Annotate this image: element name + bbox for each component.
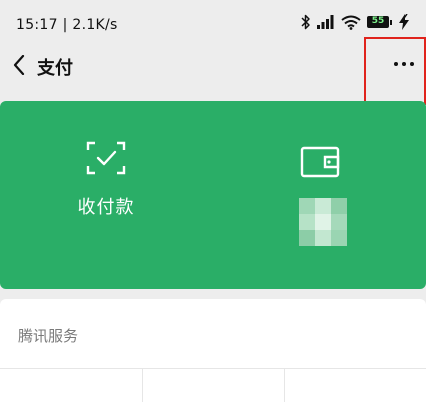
battery-level: 55 bbox=[367, 16, 389, 28]
scan-check-icon bbox=[86, 141, 126, 175]
more-options-button[interactable] bbox=[364, 37, 426, 105]
grid-divider bbox=[284, 369, 285, 402]
charging-icon bbox=[398, 14, 410, 30]
wallet-icon bbox=[300, 146, 340, 183]
payment-card: 收付款 bbox=[0, 101, 426, 289]
grid-divider bbox=[142, 369, 143, 402]
status-time-speed: 15:17 | 2.1K/s bbox=[16, 17, 118, 33]
receive-pay-label: 收付款 bbox=[77, 197, 135, 218]
back-arrow-icon bbox=[13, 54, 25, 79]
more-icon bbox=[394, 62, 414, 66]
receive-pay-button[interactable]: 收付款 bbox=[66, 141, 146, 219]
wallet-button[interactable] bbox=[300, 145, 340, 183]
services-section: 腾讯服务 bbox=[0, 299, 426, 402]
services-title: 腾讯服务 bbox=[18, 327, 79, 345]
back-button[interactable] bbox=[4, 52, 34, 82]
signal-icon bbox=[317, 15, 335, 29]
page-title: 支付 bbox=[37, 58, 73, 79]
status-icons: 55 bbox=[301, 14, 410, 30]
divider bbox=[0, 368, 426, 369]
battery-icon: 55 bbox=[367, 16, 392, 28]
wallet-balance-blurred bbox=[299, 198, 347, 246]
nav-bar: 支付 bbox=[0, 44, 426, 90]
wifi-icon bbox=[341, 15, 361, 30]
bluetooth-icon bbox=[301, 14, 311, 30]
